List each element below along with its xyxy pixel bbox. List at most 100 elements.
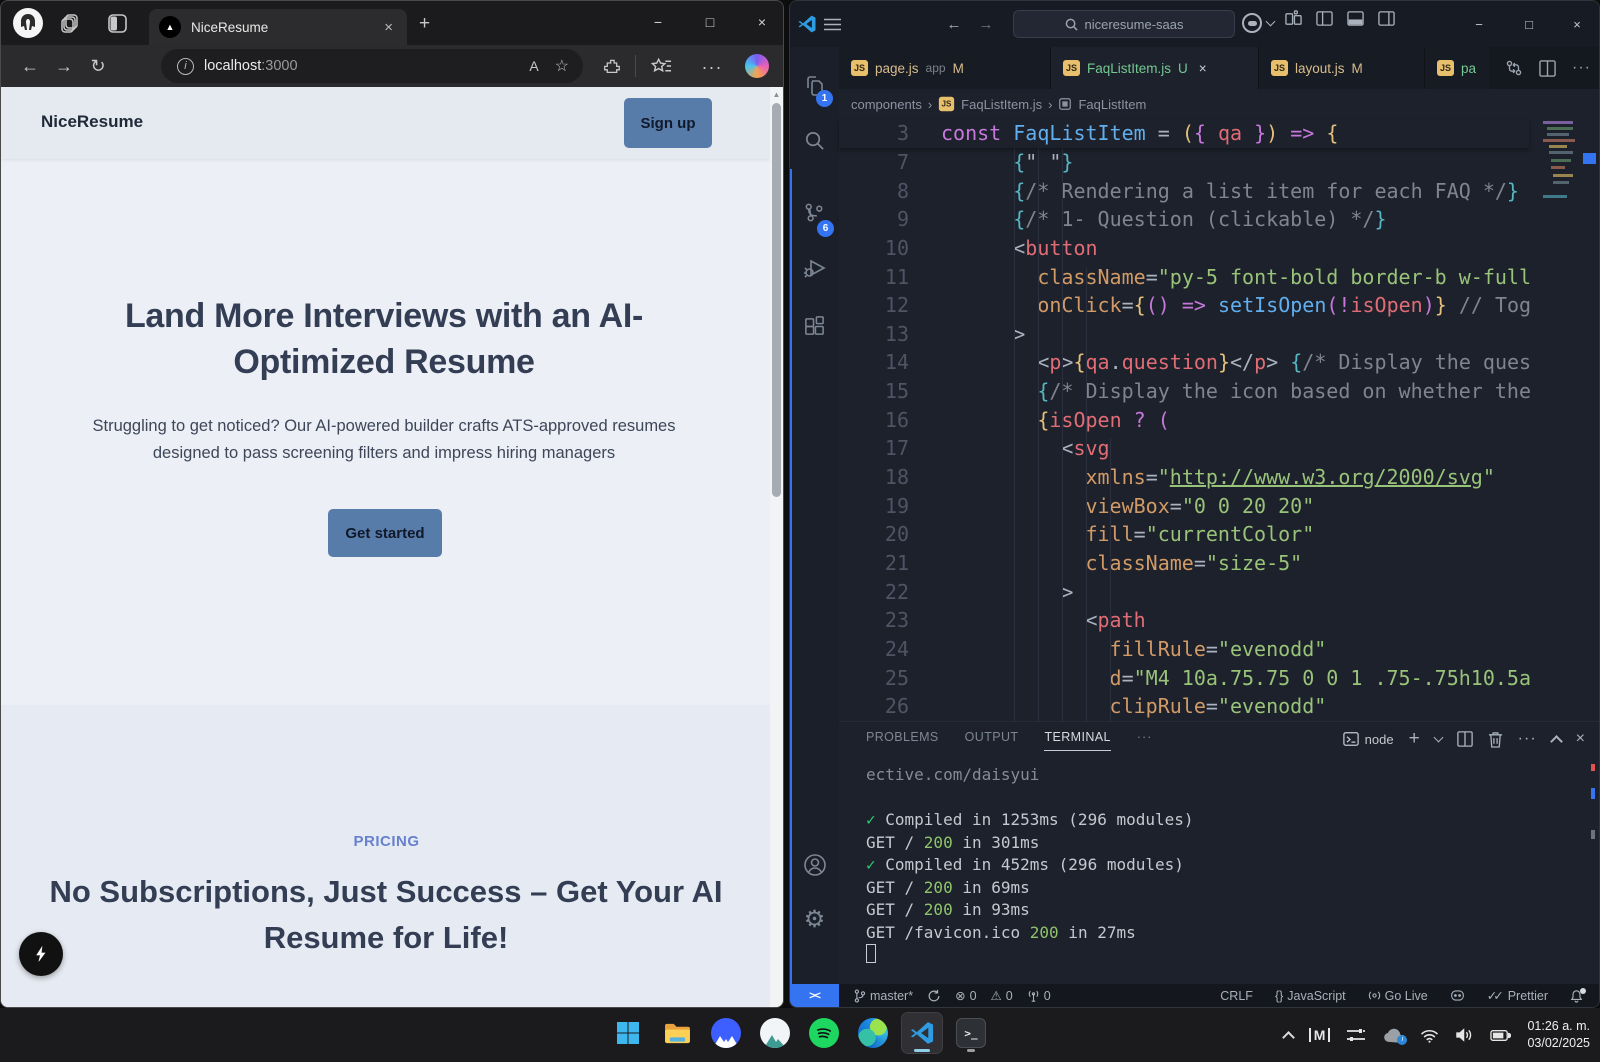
code-line[interactable]: 9{/* 1- Question (clickable) */}	[839, 205, 1599, 234]
kill-terminal-trash-icon[interactable]	[1488, 731, 1503, 748]
explorer-icon[interactable]: 1	[790, 63, 839, 109]
extensions-icon[interactable]	[790, 303, 839, 349]
panel-tab-output[interactable]: OUTPUT	[965, 730, 1019, 751]
toggle-secondary-sidebar-icon[interactable]	[1378, 10, 1395, 27]
panel-more-actions-icon[interactable]: ···	[1518, 730, 1537, 748]
nav-forward-icon[interactable]: →	[970, 16, 1002, 33]
favorites-hub-icon[interactable]	[651, 56, 672, 76]
breadcrumb-folder[interactable]: components	[851, 97, 922, 112]
copilot-icon[interactable]	[745, 54, 769, 78]
tray-app-icon[interactable]: M	[1309, 1028, 1331, 1042]
breadcrumb-file[interactable]: FaqListItem.js	[961, 97, 1042, 112]
tab-page-js[interactable]: JS page.js app M	[839, 47, 1051, 89]
code-line[interactable]: 19viewBox="0 0 20 20"	[839, 492, 1599, 521]
forward-button[interactable]: →	[47, 56, 81, 77]
code-line[interactable]: 7{" "}	[839, 148, 1599, 177]
terminal-dropdown-icon[interactable]	[1433, 733, 1443, 743]
code-line[interactable]: 11className="py-5 font-bold border-b w-f…	[839, 263, 1599, 292]
command-center-search[interactable]: niceresume-saas	[1013, 10, 1235, 38]
source-control-icon[interactable]: 6	[790, 189, 839, 235]
code-line[interactable]: 26clipRule="evenodd"	[839, 692, 1599, 721]
run-debug-icon[interactable]	[790, 245, 839, 291]
breadcrumb-symbol[interactable]: FaqListItem	[1078, 97, 1146, 112]
minimap[interactable]	[1541, 119, 1581, 214]
git-branch-item[interactable]: master*	[853, 989, 913, 1003]
code-line[interactable]: 16{isOpen ? (	[839, 406, 1599, 435]
toggle-panel-icon[interactable]	[1347, 10, 1364, 27]
code-line[interactable]: 14<p>{qa.question}</p> {/* Display the q…	[839, 348, 1599, 377]
customize-layout-icon[interactable]	[1285, 10, 1302, 27]
browser-tab-niceresume[interactable]: ▲ NiceResume ×	[149, 9, 407, 45]
signup-button[interactable]: Sign up	[624, 98, 712, 148]
site-info-icon[interactable]: i	[177, 58, 194, 75]
scroll-up-icon[interactable]: ▲	[770, 90, 783, 99]
ports-item[interactable]: 0	[1027, 989, 1051, 1003]
code-line[interactable]: 10<button	[839, 234, 1599, 263]
menu-hamburger-icon[interactable]	[824, 18, 854, 31]
edge-button[interactable]	[853, 1013, 893, 1053]
notifications-item[interactable]	[1570, 989, 1583, 1003]
back-button[interactable]: ←	[13, 56, 47, 77]
code-line[interactable]: 18xmlns="http://www.w3.org/2000/svg"	[839, 463, 1599, 492]
settings-more-icon[interactable]: ···	[695, 57, 729, 78]
code-line[interactable]: 20fill="currentColor"	[839, 520, 1599, 549]
spotify-button[interactable]	[804, 1013, 844, 1053]
get-started-button[interactable]: Get started	[328, 509, 442, 557]
code-line[interactable]: 17<svg	[839, 434, 1599, 463]
workspaces-icon[interactable]	[57, 9, 85, 37]
terminal-lines[interactable]: ective.com/daisyui✓ Compiled in 1253ms (…	[866, 764, 1589, 944]
maximize-panel-icon[interactable]	[1550, 735, 1563, 748]
favorite-star-icon[interactable]: ☆	[555, 56, 569, 76]
toggle-sidebar-icon[interactable]	[1316, 10, 1333, 27]
code-line[interactable]: 22>	[839, 578, 1599, 607]
profile-avatar[interactable]	[13, 8, 43, 38]
tab-layout-js[interactable]: JS layout.js M	[1259, 47, 1425, 89]
tab-faqlistitem-js[interactable]: JS FaqListItem.js U ×	[1051, 47, 1259, 89]
terminal-taskbar-button[interactable]: >_	[951, 1013, 991, 1053]
terminal-shell-item[interactable]: node	[1343, 731, 1394, 747]
warnings-item[interactable]: ⚠0	[991, 988, 1013, 1003]
read-aloud-icon[interactable]: A	[529, 58, 538, 74]
tab-close-icon[interactable]: ×	[380, 19, 397, 36]
close-panel-icon[interactable]: ×	[1576, 730, 1585, 748]
scrollbar-thumb[interactable]	[772, 103, 781, 497]
go-live-item[interactable]: Go Live	[1368, 989, 1428, 1003]
vscode-taskbar-button[interactable]	[902, 1013, 942, 1053]
code-line[interactable]: 12onClick={() => setIsOpen(!isOpen)} // …	[839, 291, 1599, 320]
extensions-icon[interactable]	[603, 57, 622, 76]
code-editor[interactable]: 7{" "}8{/* Rendering a list item for eac…	[839, 148, 1599, 721]
accounts-icon[interactable]	[790, 842, 839, 888]
sync-changes-item[interactable]	[927, 989, 941, 1003]
clock[interactable]: 01:26 a. m. 03/02/2025	[1527, 1018, 1590, 1052]
new-tab-button[interactable]: +	[419, 13, 430, 35]
panel-tab-problems[interactable]: PROBLEMS	[866, 730, 939, 751]
code-line[interactable]: 21className="size-5"	[839, 549, 1599, 578]
code-line[interactable]: 24fillRule="evenodd"	[839, 635, 1599, 664]
remote-indicator[interactable]: ><	[790, 984, 839, 1007]
vscode-minimize-button[interactable]: −	[1463, 9, 1495, 39]
panel-tab-terminal[interactable]: TERMINAL	[1044, 730, 1110, 751]
tray-mixer-icon[interactable]	[1346, 1027, 1366, 1043]
eol-item[interactable]: CRLF	[1220, 989, 1253, 1003]
nordpass-button[interactable]	[755, 1013, 795, 1053]
file-explorer-button[interactable]	[657, 1013, 697, 1053]
tab-truncated[interactable]: JS pa	[1425, 47, 1489, 89]
speaker-icon[interactable]	[1455, 1027, 1474, 1043]
code-line[interactable]: 25d="M4 10a.75.75 0 0 1 .75-.75h10.5a	[839, 664, 1599, 693]
code-line[interactable]: 23<path	[839, 606, 1599, 635]
nordvpn-button[interactable]	[706, 1013, 746, 1053]
tab-close-icon[interactable]: ×	[1199, 61, 1207, 76]
new-terminal-icon[interactable]: +	[1409, 728, 1420, 750]
formatter-item[interactable]: ✓✓Prettier	[1487, 988, 1548, 1003]
copilot-menu[interactable]	[1242, 13, 1274, 33]
code-line[interactable]: 13>	[839, 320, 1599, 349]
address-bar[interactable]: i localhost:3000 A ☆	[161, 49, 583, 83]
split-terminal-icon[interactable]	[1457, 731, 1473, 747]
search-icon[interactable]	[790, 117, 839, 163]
more-actions-icon[interactable]: ···	[1572, 59, 1591, 77]
browser-minimize-button[interactable]: −	[641, 7, 675, 37]
reload-button[interactable]: ↻	[81, 56, 115, 77]
vscode-close-button[interactable]: ×	[1561, 9, 1593, 39]
nav-back-icon[interactable]: ←	[938, 16, 970, 33]
tray-expand-icon[interactable]	[1282, 1031, 1295, 1044]
